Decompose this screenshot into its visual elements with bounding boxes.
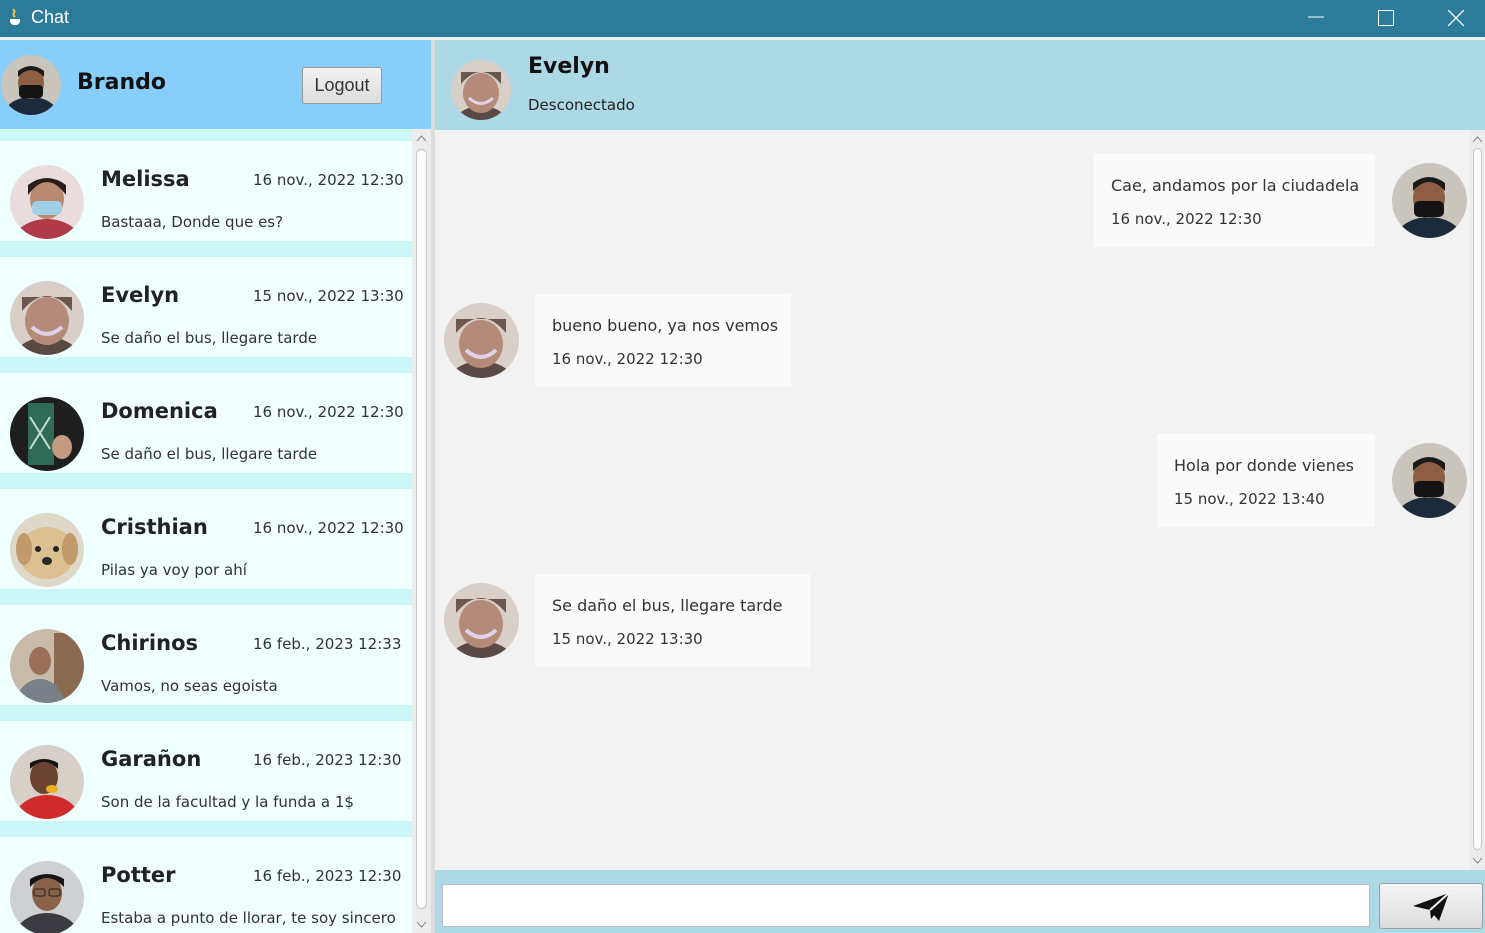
scroll-up-icon[interactable] <box>416 134 427 142</box>
contact-avatar <box>10 397 84 471</box>
contact-date: 16 nov., 2022 12:30 <box>253 519 404 537</box>
contact-name: Chirinos <box>101 631 198 655</box>
message-bubble-received: Se daño el bus, llegare tarde 15 nov., 2… <box>535 574 810 667</box>
message-time: 15 nov., 2022 13:30 <box>552 630 703 648</box>
message-time: 15 nov., 2022 13:40 <box>1174 490 1325 508</box>
contact-date: 16 nov., 2022 12:30 <box>253 171 404 189</box>
message-time: 16 nov., 2022 12:30 <box>552 350 703 368</box>
chat-contact-avatar <box>451 60 511 120</box>
chat-contact-status: Desconectado <box>528 96 635 114</box>
chat-header: Evelyn Desconectado <box>435 40 1485 130</box>
title-bar: Chat <box>0 0 1485 37</box>
contact-date: 16 nov., 2022 12:30 <box>253 403 404 421</box>
contact-last-message: Son de la facultad y la funda a 1$ <box>101 793 354 811</box>
contact-item-evelyn[interactable]: Evelyn 15 nov., 2022 13:30 Se daño el bu… <box>0 257 412 357</box>
current-user-avatar <box>1 55 61 115</box>
sender-avatar <box>1392 443 1467 518</box>
chat-contact-name: Evelyn <box>528 54 610 79</box>
contact-item-cristhian[interactable]: Cristhian 16 nov., 2022 12:30 Pilas ya v… <box>0 489 412 589</box>
receiver-avatar <box>444 583 519 658</box>
contact-avatar <box>10 513 84 587</box>
contact-date: 15 nov., 2022 13:30 <box>253 287 404 305</box>
send-icon <box>1413 892 1450 921</box>
receiver-avatar <box>444 303 519 378</box>
contact-item-chirinos[interactable]: Chirinos 16 feb., 2023 12:33 Vamos, no s… <box>0 605 412 705</box>
contact-last-message: Se daño el bus, llegare tarde <box>101 445 318 463</box>
contact-last-message: Pilas ya voy por ahí <box>101 561 247 579</box>
window-title: Chat <box>31 7 70 27</box>
contact-last-message: Estaba a punto de llorar, te soy sincero <box>101 909 396 927</box>
message-time: 16 nov., 2022 12:30 <box>1111 210 1262 228</box>
scroll-down-icon[interactable] <box>416 921 427 929</box>
minimize-button[interactable] <box>1281 0 1351 37</box>
message-text: bueno bueno, ya nos vemos <box>552 316 779 335</box>
contact-name: Melissa <box>101 167 190 191</box>
message-area: Cae, andamos por la ciudadela 16 nov., 2… <box>435 130 1470 870</box>
composer-bar <box>435 870 1485 933</box>
maximize-button[interactable] <box>1351 0 1421 37</box>
send-button[interactable] <box>1379 883 1483 929</box>
contact-name: Cristhian <box>101 515 208 539</box>
logout-button[interactable]: Logout <box>302 67 382 104</box>
contact-item-melissa[interactable]: Melissa 16 nov., 2022 12:30 Bastaaa, Don… <box>0 141 412 241</box>
java-app-icon <box>10 8 20 25</box>
close-icon <box>1448 10 1464 26</box>
current-user-name: Brando <box>77 70 166 95</box>
scroll-up-icon[interactable] <box>1472 135 1483 143</box>
contact-date: 16 feb., 2023 12:30 <box>253 751 402 769</box>
current-user-header: Brando Logout <box>0 40 431 129</box>
contact-date: 16 feb., 2023 12:30 <box>253 867 402 885</box>
contact-avatar <box>10 745 84 819</box>
contact-last-message: Se daño el bus, llegare tarde <box>101 329 318 347</box>
message-bubble-received: bueno bueno, ya nos vemos 16 nov., 2022 … <box>535 294 791 387</box>
message-text: Hola por donde vienes <box>1174 456 1355 475</box>
minimize-icon <box>1308 16 1324 18</box>
contact-list: Melissa 16 nov., 2022 12:30 Bastaaa, Don… <box>0 129 412 933</box>
contact-name: Potter <box>101 863 176 887</box>
message-text: Cae, andamos por la ciudadela <box>1111 176 1360 195</box>
scroll-thumb[interactable] <box>416 149 427 909</box>
scroll-thumb[interactable] <box>1473 148 1482 850</box>
contact-last-message: Bastaaa, Donde que es? <box>101 213 284 231</box>
contact-avatar <box>10 281 84 355</box>
close-button[interactable] <box>1421 0 1485 37</box>
contact-avatar <box>10 165 84 239</box>
contact-item-domenica[interactable]: Domenica 16 nov., 2022 12:30 Se daño el … <box>0 373 412 473</box>
message-bubble-sent: Hola por donde vienes 15 nov., 2022 13:4… <box>1157 434 1375 527</box>
contact-item-garanon[interactable]: Garañon 16 feb., 2023 12:30 Son de la fa… <box>0 721 412 821</box>
scroll-down-icon[interactable] <box>1472 857 1483 865</box>
contact-avatar <box>10 629 84 703</box>
message-bubble-sent: Cae, andamos por la ciudadela 16 nov., 2… <box>1094 154 1375 247</box>
contact-item-potter[interactable]: Potter 16 feb., 2023 12:30 Estaba a punt… <box>0 837 412 933</box>
contact-name: Evelyn <box>101 283 180 307</box>
contact-list-scrollbar[interactable] <box>412 129 431 933</box>
contact-name: Domenica <box>101 399 218 423</box>
message-text: Se daño el bus, llegare tarde <box>552 596 783 615</box>
contact-avatar <box>10 861 84 933</box>
message-input[interactable] <box>442 884 1370 927</box>
sender-avatar <box>1392 163 1467 238</box>
contact-name: Garañon <box>101 747 202 771</box>
contact-date: 16 feb., 2023 12:33 <box>253 635 402 653</box>
message-area-scrollbar[interactable] <box>1470 130 1485 870</box>
maximize-icon <box>1378 10 1394 26</box>
contact-last-message: Vamos, no seas egoista <box>101 677 278 695</box>
